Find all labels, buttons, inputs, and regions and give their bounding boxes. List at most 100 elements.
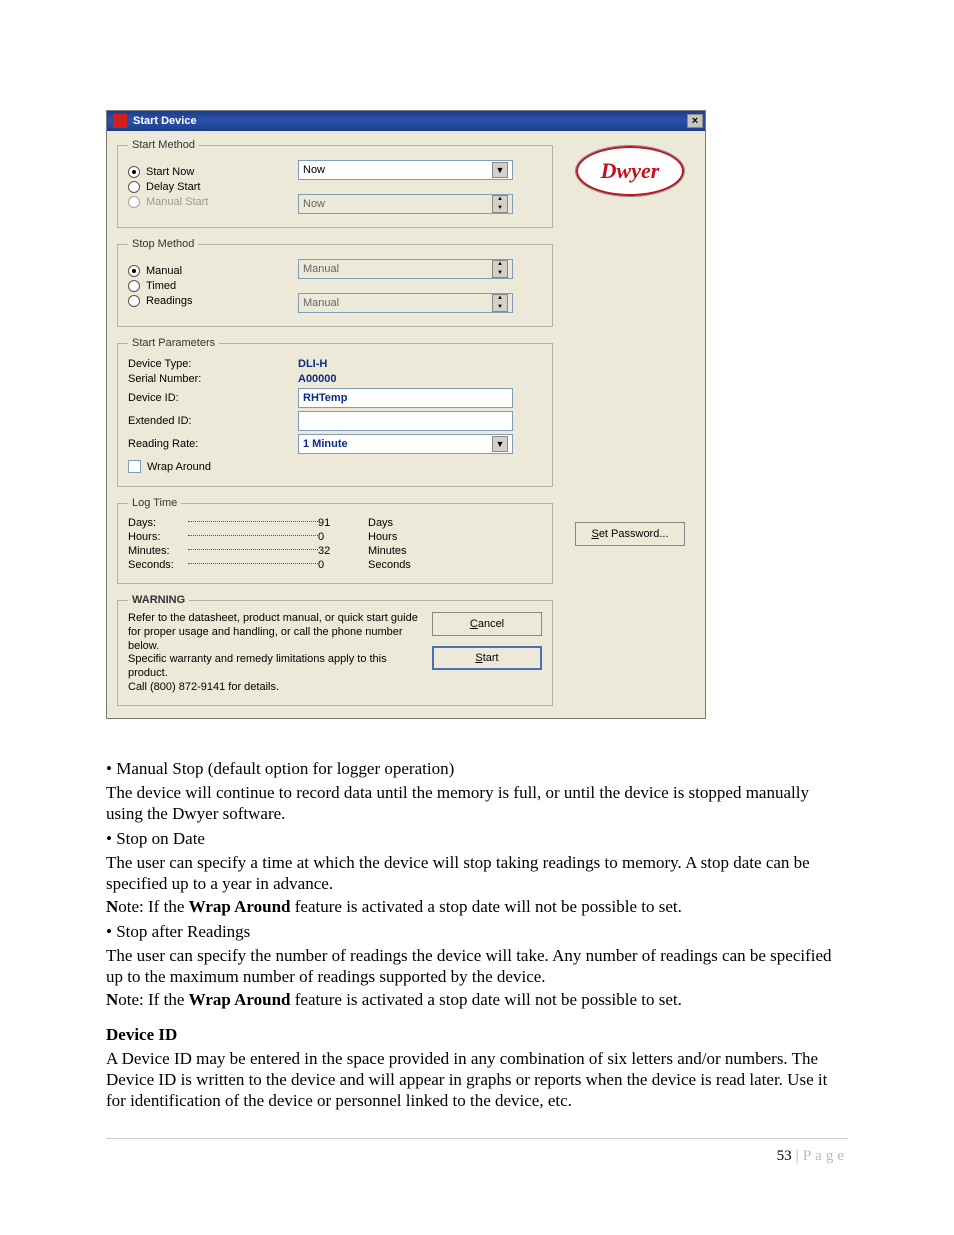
radio-stop-manual[interactable]: Manual: [128, 265, 298, 277]
radio-icon: [128, 280, 140, 292]
warning-text: Refer to the datasheet, product manual, …: [128, 612, 420, 695]
bullet-manual-stop: Manual Stop (default option for logger o…: [106, 759, 848, 780]
stop-method-spinner-1: Manual ▲▼: [298, 259, 513, 279]
stop-method-spinner-2: Manual ▲▼: [298, 293, 513, 313]
radio-stop-timed[interactable]: Timed: [128, 280, 298, 292]
note-wrap-1: Note: If the Wrap Around feature is acti…: [106, 897, 848, 918]
start-method-dropdown[interactable]: Now ▼: [298, 160, 513, 180]
logtime-value: 32: [318, 545, 368, 557]
para-manual-stop: The device will continue to record data …: [106, 783, 848, 824]
close-button[interactable]: ×: [687, 114, 703, 128]
spinner-buttons-icon: ▲▼: [492, 294, 508, 312]
logtime-row: Minutes:32Minutes: [128, 545, 542, 557]
group-log-time: Log Time Days:91DaysHours:0HoursMinutes:…: [117, 497, 553, 584]
value-device-type: DLI-H: [298, 358, 327, 370]
checkbox-wrap-around[interactable]: [128, 460, 141, 473]
logtime-value: 0: [318, 531, 368, 543]
radio-stop-readings[interactable]: Readings: [128, 295, 298, 307]
value-serial-number: A00000: [298, 373, 337, 385]
logtime-unit: Days: [368, 517, 393, 529]
legend-start-method: Start Method: [128, 139, 199, 151]
logtime-unit: Hours: [368, 531, 397, 543]
note-wrap-2: Note: If the Wrap Around feature is acti…: [106, 990, 848, 1011]
footer-divider: [106, 1138, 848, 1139]
logtime-row: Seconds:0Seconds: [128, 559, 542, 571]
logtime-unit: Minutes: [368, 545, 407, 557]
radio-label: Timed: [146, 280, 176, 292]
dropdown-value: Now: [303, 164, 488, 176]
radio-label: Readings: [146, 295, 192, 307]
legend-warning: WARNING: [128, 594, 189, 606]
heading-device-id: Device ID: [106, 1025, 848, 1046]
start-button[interactable]: Start: [432, 646, 542, 670]
cancel-button[interactable]: Cancel: [432, 612, 542, 636]
group-stop-method: Stop Method Manual Timed: [117, 238, 553, 327]
group-start-method: Start Method Start Now Delay Start: [117, 139, 553, 228]
radio-manual-start: Manual Start: [128, 196, 298, 208]
logtime-unit: Seconds: [368, 559, 411, 571]
radio-icon: [128, 265, 140, 277]
logo-text: Dwyer: [601, 158, 660, 184]
btn-mnemonic: S: [591, 528, 598, 540]
titlebar: Start Device ×: [107, 111, 705, 131]
window-title: Start Device: [133, 115, 687, 127]
radio-label: Start Now: [146, 166, 194, 178]
spinner-value: Manual: [303, 297, 488, 309]
radio-label: Manual: [146, 265, 182, 277]
set-password-button[interactable]: Set Password...: [575, 522, 685, 546]
spinner-buttons-icon: ▲▼: [492, 260, 508, 278]
radio-start-now[interactable]: Start Now: [128, 166, 298, 178]
dropdown-value: 1 Minute: [303, 438, 488, 450]
radio-delay-start[interactable]: Delay Start: [128, 181, 298, 193]
label-device-type: Device Type:: [128, 358, 298, 370]
legend-log-time: Log Time: [128, 497, 181, 509]
dwyer-logo: Dwyer: [575, 145, 685, 197]
logtime-label: Minutes:: [128, 545, 318, 557]
btn-text: et Password...: [599, 528, 669, 540]
legend-start-parameters: Start Parameters: [128, 337, 219, 349]
radio-icon: [128, 295, 140, 307]
logtime-label: Hours:: [128, 531, 318, 543]
label-serial-number: Serial Number:: [128, 373, 298, 385]
btn-mnemonic: C: [470, 618, 478, 630]
para-device-id: A Device ID may be entered in the space …: [106, 1049, 848, 1111]
group-start-parameters: Start Parameters Device Type: DLI-H Seri…: [117, 337, 553, 487]
group-warning: WARNING Refer to the datasheet, product …: [117, 594, 553, 706]
label-wrap-around: Wrap Around: [147, 461, 211, 473]
bullet-stop-on-date: Stop on Date: [106, 829, 848, 850]
dropdown-reading-rate[interactable]: 1 Minute ▼: [298, 434, 513, 454]
legend-stop-method: Stop Method: [128, 238, 198, 250]
logtime-value: 91: [318, 517, 368, 529]
close-icon: ×: [692, 115, 698, 127]
radio-icon: [128, 166, 140, 178]
btn-mnemonic: S: [475, 652, 482, 664]
spinner-value: Manual: [303, 263, 488, 275]
label-reading-rate: Reading Rate:: [128, 438, 298, 450]
warning-line: Specific warranty and remedy limitations…: [128, 653, 387, 679]
radio-icon: [128, 181, 140, 193]
logtime-value: 0: [318, 559, 368, 571]
chevron-down-icon: ▼: [492, 162, 508, 178]
btn-text: tart: [483, 652, 499, 664]
logtime-row: Days:91Days: [128, 517, 542, 529]
page-number: 53 | Page: [106, 1147, 848, 1165]
btn-text: ancel: [478, 618, 504, 630]
logtime-row: Hours:0Hours: [128, 531, 542, 543]
document-body: Manual Stop (default option for logger o…: [106, 759, 848, 1112]
input-device-id[interactable]: [298, 388, 513, 408]
spinner-buttons-icon: ▲▼: [492, 195, 508, 213]
label-device-id: Device ID:: [128, 392, 298, 404]
warning-line: Call (800) 872-9141 for details.: [128, 681, 279, 693]
start-device-dialog: Start Device × Start Method Start Now: [106, 110, 706, 719]
para-stop-after-readings: The user can specify the number of readi…: [106, 946, 848, 987]
chevron-down-icon: ▼: [492, 436, 508, 452]
spinner-value: Now: [303, 198, 488, 210]
bullet-stop-after-readings: Stop after Readings: [106, 922, 848, 943]
para-stop-on-date: The user can specify a time at which the…: [106, 853, 848, 894]
input-extended-id[interactable]: [298, 411, 513, 431]
warning-line: Refer to the datasheet, product manual, …: [128, 612, 418, 652]
radio-label: Manual Start: [146, 196, 208, 208]
radio-icon: [128, 196, 140, 208]
radio-label: Delay Start: [146, 181, 200, 193]
logtime-label: Seconds:: [128, 559, 318, 571]
